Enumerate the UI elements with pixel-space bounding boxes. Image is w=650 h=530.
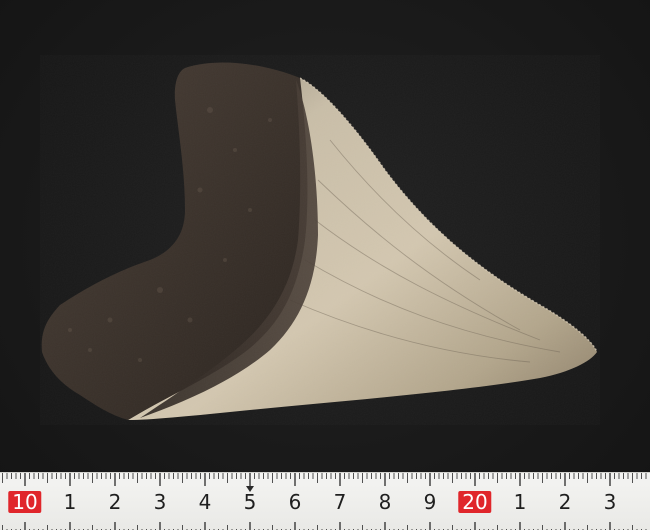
ruler-number: 3: [153, 490, 167, 514]
ruler-number: 2: [108, 490, 122, 514]
ruler-number: 1: [63, 490, 77, 514]
ruler-ticks: [2, 473, 647, 530]
photo: 10 1 2 3 4 5 6 7 8 9 20 1 2 3: [0, 0, 650, 530]
ruler-number: 9: [423, 490, 437, 514]
ruler-number: 8: [378, 490, 392, 514]
measuring-ruler: 10 1 2 3 4 5 6 7 8 9 20 1 2 3: [0, 472, 650, 530]
ruler-number: 10: [8, 491, 42, 513]
ruler-number: 6: [288, 490, 302, 514]
ruler-number: 4: [198, 490, 212, 514]
ruler-number: 7: [333, 490, 347, 514]
shark-tooth-fossil: [40, 55, 600, 425]
ruler-number: 2: [558, 490, 572, 514]
ruler-number: 20: [458, 491, 492, 513]
ruler-number: 3: [603, 490, 617, 514]
ruler-number: 1: [513, 490, 527, 514]
ruler-number: 5: [243, 490, 257, 514]
